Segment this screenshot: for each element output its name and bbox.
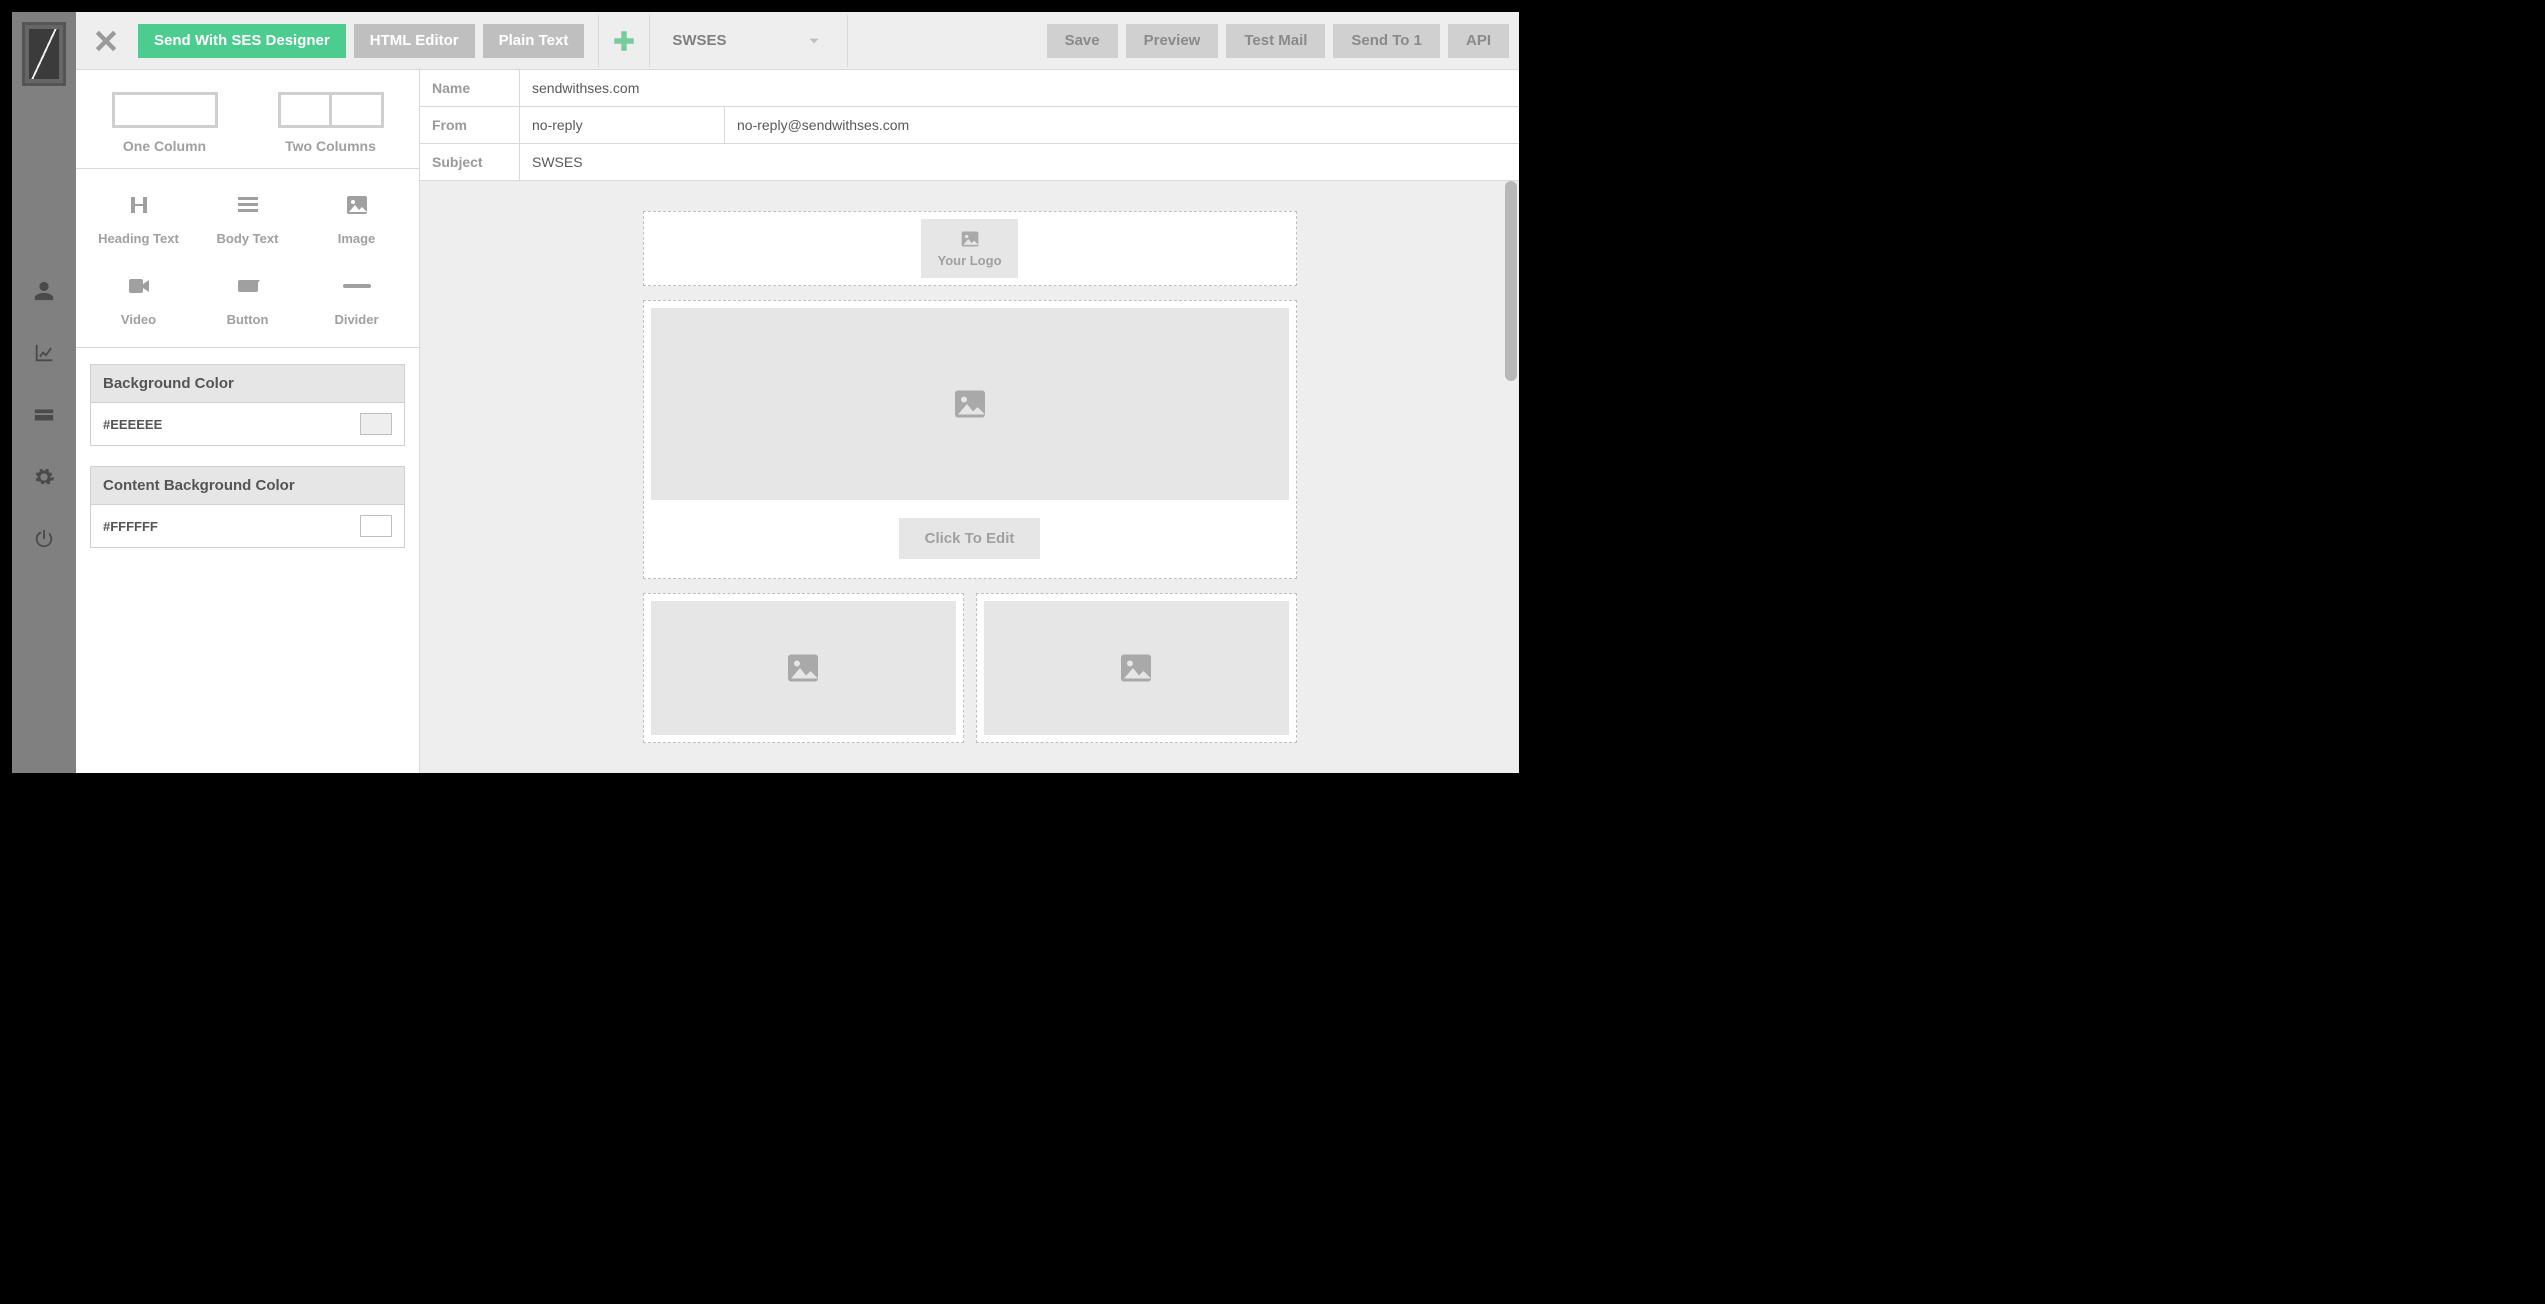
add-template-button[interactable] [598, 15, 650, 67]
power-icon [33, 528, 55, 550]
close-icon [93, 28, 119, 54]
logo-placeholder-text: Your Logo [937, 253, 1001, 268]
preview-button[interactable]: Preview [1126, 24, 1219, 58]
layout-label: One Column [123, 138, 206, 154]
test-mail-button[interactable]: Test Mail [1226, 24, 1325, 58]
content-background-color-swatch[interactable] [360, 515, 392, 537]
heading-icon [125, 193, 153, 217]
panel-header: Background Color [91, 365, 404, 403]
left-nav [12, 12, 76, 773]
template-dropdown[interactable]: SWSES [658, 15, 848, 67]
toolbar: Send With SES Designer HTML Editor Plain… [76, 12, 1519, 70]
two-col-left[interactable] [643, 593, 964, 743]
editor-pane: Name sendwithses.com From no-reply no-re… [420, 70, 1519, 773]
nav-item-settings[interactable] [33, 460, 55, 494]
element-heading[interactable]: Heading Text [84, 193, 193, 246]
meta-from-email[interactable]: no-reply@sendwithses.com [725, 107, 921, 143]
video-icon [125, 274, 153, 298]
element-divider[interactable]: Divider [302, 274, 411, 327]
element-image[interactable]: Image [302, 193, 411, 246]
meta-from-label: From [420, 107, 520, 143]
gear-icon [33, 466, 55, 488]
background-color-swatch[interactable] [360, 413, 392, 435]
logo-block[interactable]: Your Logo [643, 211, 1297, 286]
logo-placeholder[interactable]: Your Logo [921, 219, 1017, 278]
layout-label: Two Columns [285, 138, 376, 154]
tab-plain-text[interactable]: Plain Text [483, 24, 585, 58]
app-logo [22, 22, 66, 86]
meta-name-value[interactable]: sendwithses.com [520, 70, 1519, 106]
content-background-color-panel: Content Background Color #FFFFFF [90, 466, 405, 548]
image-placeholder[interactable] [651, 601, 956, 735]
image-icon [343, 193, 371, 217]
nav-item-contacts[interactable] [33, 274, 55, 308]
meta-from-name[interactable]: no-reply [520, 107, 725, 143]
close-button[interactable] [86, 21, 126, 61]
save-button[interactable]: Save [1047, 24, 1118, 58]
element-button[interactable]: Button [193, 274, 302, 327]
chevron-down-icon [807, 34, 821, 48]
background-color-panel: Background Color #EEEEEE [90, 364, 405, 446]
button-icon [234, 274, 262, 298]
image-icon [950, 386, 990, 422]
scrollbar[interactable] [1505, 181, 1517, 773]
tab-designer[interactable]: Send With SES Designer [138, 24, 346, 58]
meta-table: Name sendwithses.com From no-reply no-re… [420, 70, 1519, 181]
email-canvas: Your Logo Click To Edit [643, 211, 1297, 743]
chart-line-icon [33, 342, 55, 364]
image-icon [1116, 650, 1156, 686]
api-button[interactable]: API [1448, 24, 1509, 58]
image-placeholder[interactable] [984, 601, 1289, 735]
tab-html-editor[interactable]: HTML Editor [354, 24, 475, 58]
panel-header: Content Background Color [91, 467, 404, 505]
element-body-text[interactable]: Body Text [193, 193, 302, 246]
image-icon [959, 229, 981, 249]
send-to-button[interactable]: Send To 1 [1333, 24, 1440, 58]
content-background-color-value: #FFFFFF [103, 519, 158, 534]
user-icon [33, 280, 55, 302]
editor-sidebar: One Column Two Columns Heading Text [76, 70, 420, 773]
layout-one-column[interactable]: One Column [112, 92, 218, 154]
hero-image-placeholder[interactable] [651, 308, 1289, 500]
nav-item-analytics[interactable] [33, 336, 55, 370]
two-col-right[interactable] [976, 593, 1297, 743]
nav-item-power[interactable] [33, 522, 55, 556]
body-text-icon [234, 193, 262, 217]
meta-subject-value[interactable]: SWSES [520, 144, 1519, 180]
hero-block[interactable]: Click To Edit [643, 300, 1297, 579]
element-video[interactable]: Video [84, 274, 193, 327]
credit-card-icon [33, 404, 55, 426]
scrollbar-thumb[interactable] [1505, 181, 1517, 381]
plus-icon [611, 28, 637, 54]
meta-name-label: Name [420, 70, 520, 106]
nav-item-billing[interactable] [33, 398, 55, 432]
image-icon [783, 650, 823, 686]
meta-subject-label: Subject [420, 144, 520, 180]
layout-two-columns[interactable]: Two Columns [278, 92, 384, 154]
cta-button[interactable]: Click To Edit [899, 518, 1041, 559]
background-color-value: #EEEEEE [103, 417, 162, 432]
divider-icon [343, 284, 371, 288]
template-dropdown-label: SWSES [672, 32, 726, 49]
